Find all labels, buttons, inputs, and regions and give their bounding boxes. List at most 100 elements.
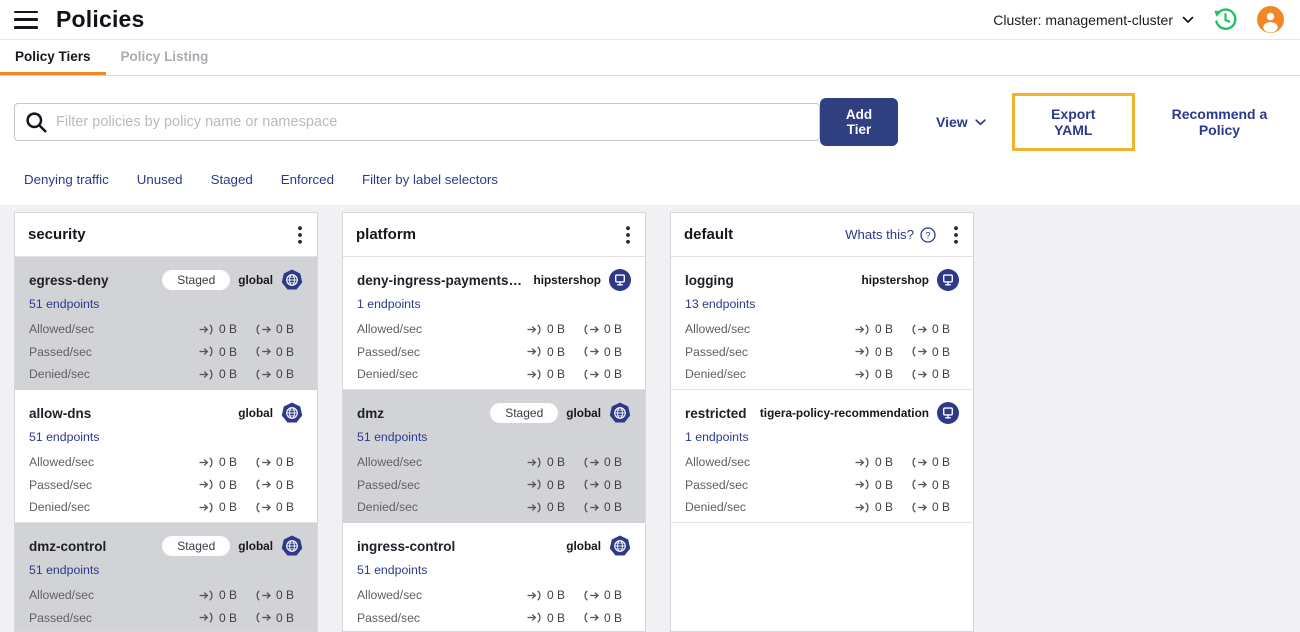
quick-filters: Denying traffic Unused Staged Enforced Filte… bbox=[24, 170, 1284, 188]
ingress-bytes: 0 B bbox=[527, 500, 574, 514]
ingress-bytes: 0 B bbox=[855, 367, 902, 381]
tier-menu-kebab-icon[interactable] bbox=[952, 224, 960, 246]
endpoints-link[interactable]: 51 endpoints bbox=[29, 297, 99, 311]
tier-header: security bbox=[15, 213, 317, 257]
policy-card-allow-dns[interactable]: allow-dns global 51 endpoints Allowed/sec … bbox=[15, 390, 317, 523]
endpoints-link[interactable]: 1 endpoints bbox=[685, 430, 749, 444]
egress-value: 0 B bbox=[604, 588, 623, 603]
chevron-down-icon bbox=[975, 118, 986, 126]
egress-value: 0 B bbox=[276, 367, 295, 382]
metric-row-denied-sec: Denied/sec 0 B 0 B bbox=[29, 363, 303, 386]
search-input[interactable] bbox=[56, 114, 809, 130]
metric-label: Denied/sec bbox=[29, 367, 90, 382]
endpoints-link[interactable]: 51 endpoints bbox=[357, 563, 427, 577]
view-dropdown-button[interactable]: View bbox=[936, 114, 986, 130]
history-restore-icon[interactable] bbox=[1212, 6, 1239, 33]
endpoints-link[interactable]: 13 endpoints bbox=[685, 297, 755, 311]
ingress-value: 0 B bbox=[875, 500, 894, 515]
ingress-arrow-icon bbox=[199, 346, 214, 357]
ingress-value: 0 B bbox=[875, 367, 894, 382]
endpoints-link[interactable]: 51 endpoints bbox=[357, 430, 427, 444]
tiers-board: security egress-deny Staged global 51 endp… bbox=[0, 205, 1300, 632]
egress-bytes: 0 B bbox=[584, 611, 631, 625]
policy-card-logging[interactable]: logging hipstershop 13 endpoints Allowed/s… bbox=[671, 257, 973, 390]
tier-menu-kebab-icon[interactable] bbox=[296, 224, 304, 246]
search-box bbox=[14, 103, 820, 141]
tab-policy-listing[interactable]: Policy Listing bbox=[106, 40, 224, 75]
egress-arrow-icon bbox=[912, 457, 928, 468]
ingress-bytes: 0 B bbox=[527, 367, 574, 381]
tab-policy-tiers[interactable]: Policy Tiers bbox=[0, 40, 106, 75]
ingress-value: 0 B bbox=[219, 344, 238, 359]
egress-arrow-icon bbox=[256, 479, 272, 490]
egress-value: 0 B bbox=[276, 500, 295, 515]
policy-scope-label: tigera-policy-recommendation bbox=[759, 406, 929, 420]
quick-filter-filter-by-label-selectors[interactable]: Filter by label selectors bbox=[362, 172, 498, 187]
ingress-arrow-icon bbox=[199, 590, 214, 601]
egress-arrow-icon bbox=[584, 502, 600, 513]
metric-label: Passed/sec bbox=[29, 477, 93, 492]
export-yaml-button[interactable]: Export YAML bbox=[1034, 106, 1113, 138]
recommend-policy-button[interactable]: Recommend a Policy bbox=[1155, 106, 1284, 138]
policy-scope-label: hipstershop bbox=[861, 273, 929, 287]
ingress-arrow-icon bbox=[527, 479, 542, 490]
egress-value: 0 B bbox=[276, 477, 295, 492]
top-bar: Policies Cluster: management-cluster bbox=[0, 0, 1300, 40]
policy-scope-label: global bbox=[238, 406, 273, 420]
ingress-bytes: 0 B bbox=[199, 500, 246, 514]
egress-arrow-icon bbox=[584, 324, 600, 335]
export-yaml-highlight-box: Export YAML bbox=[1011, 93, 1135, 151]
policy-card-dmz[interactable]: dmz Staged global 51 endpoints Allowed/sec … bbox=[343, 390, 645, 523]
ingress-bytes: 0 B bbox=[527, 588, 574, 602]
metric-label: Passed/sec bbox=[357, 610, 421, 625]
policy-card-ingress-control[interactable]: ingress-control global 51 endpoints Allowe… bbox=[343, 523, 645, 631]
endpoints-link[interactable]: 1 endpoints bbox=[357, 297, 421, 311]
endpoints-link[interactable]: 51 endpoints bbox=[29, 430, 99, 444]
ingress-value: 0 B bbox=[219, 455, 238, 470]
quick-filter-denying-traffic[interactable]: Denying traffic bbox=[24, 172, 109, 187]
ingress-value: 0 B bbox=[875, 322, 894, 337]
ingress-value: 0 B bbox=[875, 477, 894, 492]
policy-card-dmz-control[interactable]: dmz-control Staged global 51 endpoints Allo… bbox=[15, 523, 317, 631]
user-avatar-icon[interactable] bbox=[1257, 6, 1284, 33]
whats-this-link[interactable]: Whats this? ? bbox=[845, 226, 936, 243]
metric-row-passed-sec: Passed/sec 0 B 0 B bbox=[357, 607, 631, 630]
metric-label: Passed/sec bbox=[29, 610, 93, 625]
policy-card-deny-ingress-paymentservi[interactable]: deny-ingress-paymentservi… hipstershop 1 … bbox=[343, 257, 645, 390]
ingress-bytes: 0 B bbox=[199, 478, 246, 492]
egress-value: 0 B bbox=[932, 322, 951, 337]
metric-label: Allowed/sec bbox=[29, 588, 95, 603]
ingress-arrow-icon bbox=[527, 324, 542, 335]
namespaced-policy-icon bbox=[937, 269, 959, 291]
egress-bytes: 0 B bbox=[912, 478, 959, 492]
policy-card-egress-deny[interactable]: egress-deny Staged global 51 endpoints Allo… bbox=[15, 257, 317, 390]
egress-value: 0 B bbox=[604, 477, 623, 492]
cluster-selector[interactable]: Cluster: management-cluster bbox=[993, 12, 1194, 28]
policy-name: deny-ingress-paymentservi… bbox=[357, 272, 525, 288]
metric-label: Passed/sec bbox=[685, 344, 749, 359]
policy-name: ingress-control bbox=[357, 538, 456, 554]
egress-value: 0 B bbox=[276, 344, 295, 359]
egress-value: 0 B bbox=[276, 322, 295, 337]
quick-filter-enforced[interactable]: Enforced bbox=[281, 172, 334, 187]
add-tier-button[interactable]: Add Tier bbox=[820, 98, 898, 146]
quick-filter-staged[interactable]: Staged bbox=[211, 172, 253, 187]
metric-row-allowed-sec: Allowed/sec 0 B 0 B bbox=[357, 584, 631, 607]
policy-card-header: restricted tigera-policy-recommendation bbox=[685, 400, 959, 426]
metric-row-allowed-sec: Allowed/sec 0 B 0 B bbox=[357, 318, 631, 341]
tier-menu-kebab-icon[interactable] bbox=[624, 224, 632, 246]
egress-arrow-icon bbox=[256, 590, 272, 601]
ingress-arrow-icon bbox=[855, 502, 870, 513]
ingress-bytes: 0 B bbox=[527, 455, 574, 469]
egress-arrow-icon bbox=[912, 479, 928, 490]
ingress-value: 0 B bbox=[219, 367, 238, 382]
quick-filter-unused[interactable]: Unused bbox=[137, 172, 183, 187]
ingress-value: 0 B bbox=[219, 477, 238, 492]
hamburger-menu-icon[interactable] bbox=[14, 10, 38, 29]
endpoints-link[interactable]: 51 endpoints bbox=[29, 563, 99, 577]
egress-arrow-icon bbox=[256, 457, 272, 468]
policy-card-restricted[interactable]: restricted tigera-policy-recommendation 1… bbox=[671, 390, 973, 523]
egress-value: 0 B bbox=[604, 610, 623, 625]
ingress-bytes: 0 B bbox=[855, 478, 902, 492]
ingress-arrow-icon bbox=[527, 502, 542, 513]
